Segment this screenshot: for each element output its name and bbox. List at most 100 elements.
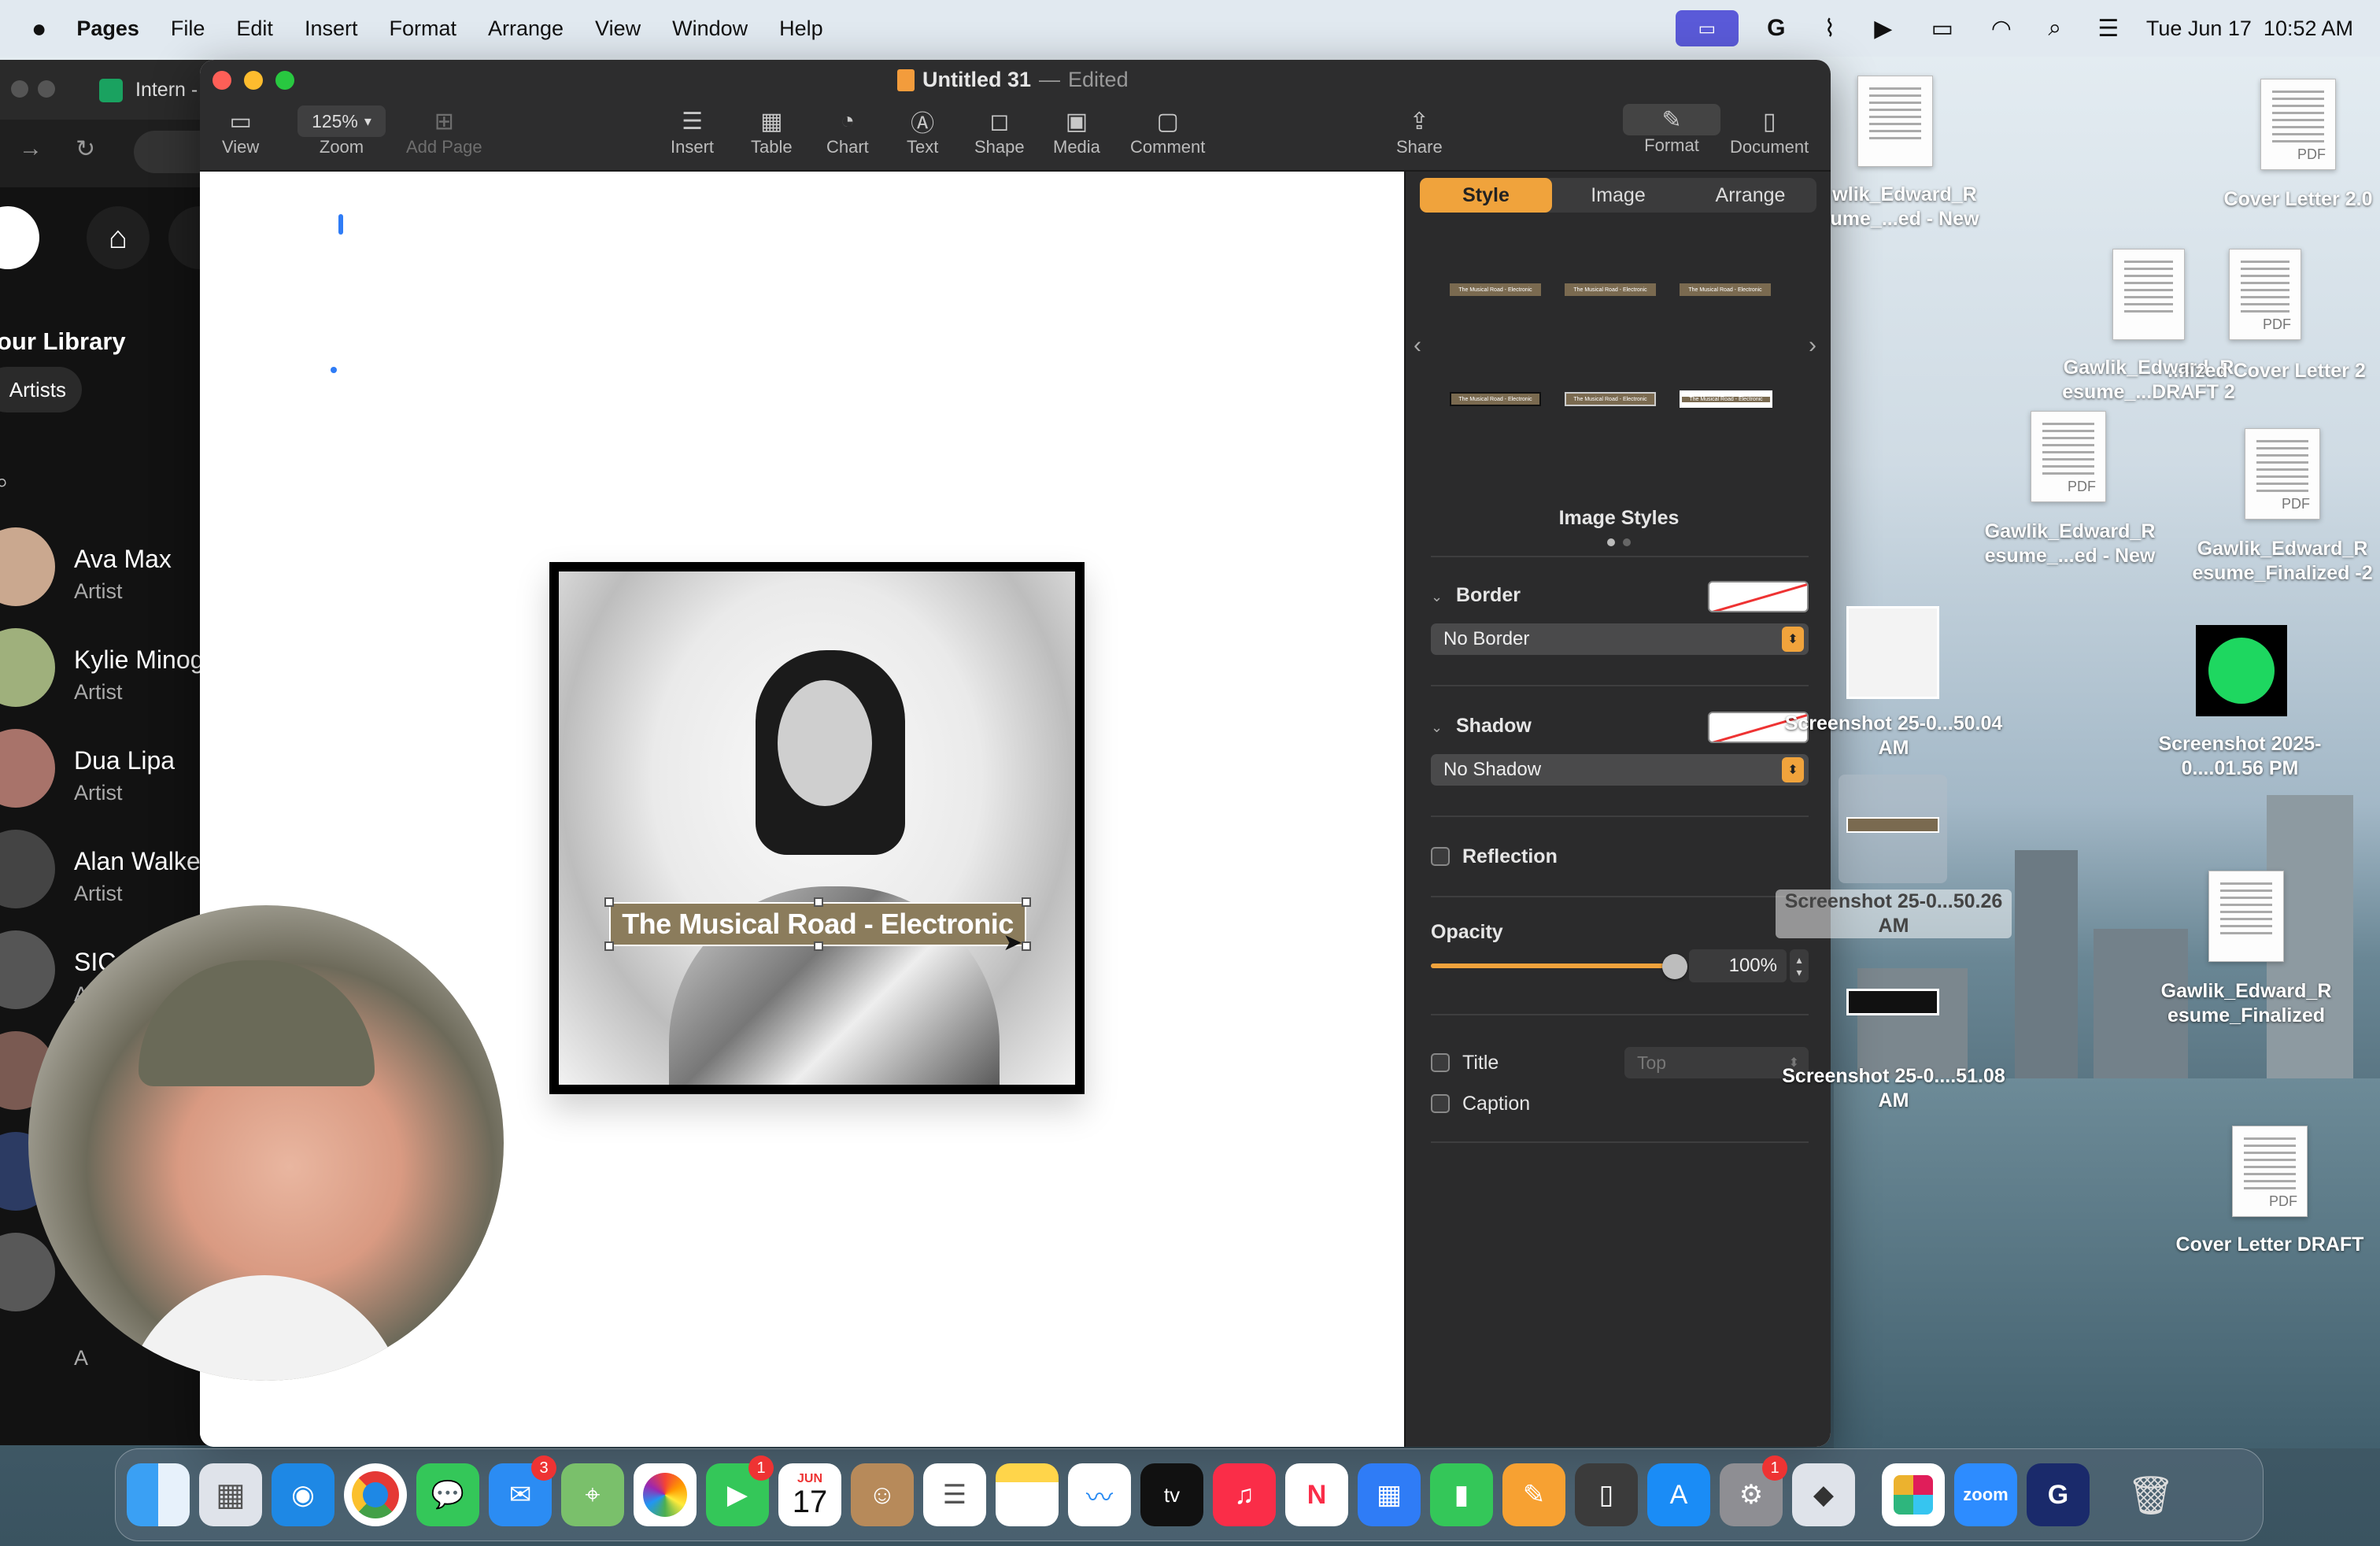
image-style-swatch[interactable]: The Musical Road - Electronic: [1680, 390, 1772, 408]
wifi-icon[interactable]: ◠: [1986, 13, 2017, 44]
spotify-logo-icon[interactable]: [0, 206, 39, 269]
menu-window[interactable]: Window: [672, 17, 748, 41]
control-center-icon[interactable]: ☰: [2093, 13, 2124, 44]
home-icon[interactable]: ⌂: [87, 206, 150, 269]
artist-name[interactable]: Ava Max: [74, 545, 172, 574]
music-icon[interactable]: ♫: [1213, 1463, 1276, 1526]
desktop-file-label[interactable]: Cover Letter 2.0: [2180, 187, 2380, 212]
shadow-style-dropdown[interactable]: No Shadow ⬍: [1431, 754, 1809, 786]
tab-style[interactable]: Style: [1420, 178, 1552, 213]
keynote-icon[interactable]: ▦: [1358, 1463, 1421, 1526]
desktop-screenshot-thumb[interactable]: [2196, 625, 2287, 716]
desktop-file-label[interactable]: wlik_Edward_R ume_...ed - New: [1787, 183, 2023, 231]
border-style-dropdown[interactable]: No Border ⬍: [1431, 623, 1809, 655]
insert-button[interactable]: ☰ Insert: [671, 105, 714, 157]
desktop-pdf-icon[interactable]: PDF: [2260, 79, 2336, 170]
table-button[interactable]: ▦ Table: [751, 105, 793, 157]
forward-icon[interactable]: →: [19, 135, 42, 162]
zoom-app-icon[interactable]: zoom: [1954, 1463, 2017, 1526]
shape-button[interactable]: ◻ Shape: [974, 105, 1025, 157]
tab-image[interactable]: Image: [1552, 178, 1684, 213]
menu-help[interactable]: Help: [779, 17, 823, 41]
reload-icon[interactable]: ↻: [76, 135, 95, 163]
menu-format[interactable]: Format: [389, 17, 456, 41]
safari-icon[interactable]: ◉: [272, 1463, 334, 1526]
desktop-pdf-icon[interactable]: PDF: [2229, 249, 2301, 340]
close-window-button[interactable]: [213, 71, 231, 90]
trash-icon[interactable]: 🗑: [2119, 1463, 2182, 1526]
artist-name[interactable]: Alan Walke: [74, 847, 201, 876]
battery-icon[interactable]: ▭: [1921, 13, 1964, 44]
library-title[interactable]: our Library: [0, 327, 126, 356]
page-dot[interactable]: [1623, 538, 1631, 546]
notes-icon[interactable]: [996, 1463, 1059, 1526]
roblox-icon[interactable]: ◆: [1792, 1463, 1855, 1526]
zoom-dropdown[interactable]: 125% ▾: [298, 105, 386, 137]
desktop-file-label[interactable]: Screenshot 25-0...50.26 AM: [1776, 890, 2012, 938]
desktop-file-label[interactable]: ...lized Cover Letter 2: [2149, 359, 2380, 383]
clock[interactable]: Tue Jun 17 10:52 AM: [2146, 17, 2353, 41]
webcam-overlay[interactable]: [28, 905, 504, 1381]
library-search-icon[interactable]: ⌕: [0, 469, 9, 496]
pages-icon[interactable]: ✎: [1502, 1463, 1565, 1526]
view-button[interactable]: ▭ View: [222, 105, 259, 157]
contacts-icon[interactable]: ☺: [851, 1463, 914, 1526]
reflection-checkbox[interactable]: [1431, 847, 1450, 866]
system-settings-icon[interactable]: ⚙ 1: [1720, 1455, 1787, 1526]
chevron-right-icon[interactable]: ›: [1809, 332, 1816, 359]
facetime-icon[interactable]: ▶ 1: [706, 1455, 774, 1526]
opacity-slider-track[interactable]: [1431, 963, 1675, 968]
desktop-file-label[interactable]: Screenshot 25-0....51.08 AM: [1776, 1064, 2012, 1113]
screen-share-icon[interactable]: ▭: [1675, 10, 1739, 46]
desktop-file-label[interactable]: Cover Letter DRAFT: [2152, 1233, 2380, 1257]
document-button[interactable]: ▯ Document: [1730, 105, 1809, 157]
chart-button[interactable]: ◔ Chart: [826, 105, 869, 157]
menu-arrange[interactable]: Arrange: [488, 17, 564, 41]
freeform-icon[interactable]: 〰: [1068, 1463, 1131, 1526]
desktop-file-label[interactable]: Gawlik_Edward_R esume_...ed - New: [1952, 520, 2188, 568]
desktop-pdf-icon[interactable]: PDF: [2232, 1126, 2308, 1217]
reminders-icon[interactable]: ☰: [923, 1463, 986, 1526]
chrome-icon[interactable]: [344, 1463, 407, 1526]
chevron-left-icon[interactable]: ‹: [1414, 332, 1421, 359]
slack-icon[interactable]: [1882, 1463, 1945, 1526]
opacity-stepper[interactable]: ▴ ▾: [1790, 949, 1809, 982]
finder-icon[interactable]: [127, 1463, 190, 1526]
airpods-icon[interactable]: ⌇: [1814, 13, 1846, 44]
photos-icon[interactable]: [634, 1463, 697, 1526]
image-style-swatch[interactable]: The Musical Road - Electronic: [1450, 283, 1541, 296]
play-icon[interactable]: ▶: [1868, 13, 1899, 44]
zoom-control[interactable]: 125% ▾ Zoom: [298, 105, 386, 157]
desktop-screenshot-thumb[interactable]: [1839, 775, 1947, 883]
comment-button[interactable]: ▢ Comment: [1130, 105, 1205, 157]
chevron-down-icon[interactable]: ⌄: [1431, 589, 1443, 605]
desktop-screenshot-thumb[interactable]: [1846, 989, 1939, 1015]
artists-filter-chip[interactable]: Artists: [0, 367, 82, 412]
mail-icon[interactable]: ✉ 3: [489, 1455, 556, 1526]
spotlight-search-icon[interactable]: ⌕: [2039, 13, 2071, 44]
grammarly-app-icon[interactable]: G: [2027, 1463, 2090, 1526]
browser-tab-title[interactable]: Intern -: [135, 79, 198, 102]
format-button[interactable]: ✎ Format: [1623, 104, 1720, 156]
launchpad-icon[interactable]: ▦: [199, 1463, 262, 1526]
news-icon[interactable]: N: [1285, 1463, 1348, 1526]
desktop-file-label[interactable]: Gawlik_Edward_R esume_Finalized -2: [2164, 537, 2380, 586]
image-style-swatch[interactable]: The Musical Road - Electronic: [1680, 283, 1771, 296]
desktop-file-icon[interactable]: [1857, 76, 1933, 167]
caption-checkbox[interactable]: [1431, 1094, 1450, 1113]
add-page-button[interactable]: ⊞ Add Page: [406, 105, 482, 157]
maps-icon[interactable]: ⌖: [561, 1463, 624, 1526]
selection-handle[interactable]: [604, 897, 614, 907]
image-style-swatch[interactable]: The Musical Road - Electronic: [1450, 392, 1541, 406]
minimize-window-button[interactable]: [244, 71, 263, 90]
opacity-value-field[interactable]: 100%: [1689, 949, 1787, 982]
share-button[interactable]: ⇪ Share: [1396, 105, 1443, 157]
desktop-file-label[interactable]: Screenshot 2025-0....01.56 PM: [2122, 732, 2358, 781]
image-frame[interactable]: The Musical Road - Electronic: [549, 562, 1085, 1094]
desktop-screenshot-thumb[interactable]: [1846, 606, 1939, 699]
selection-handle[interactable]: [814, 897, 823, 907]
image-style-swatch[interactable]: The Musical Road - Electronic: [1565, 283, 1656, 296]
selection-handle[interactable]: [1022, 897, 1031, 907]
messages-icon[interactable]: 💬: [416, 1463, 479, 1526]
menu-insert[interactable]: Insert: [305, 17, 358, 41]
